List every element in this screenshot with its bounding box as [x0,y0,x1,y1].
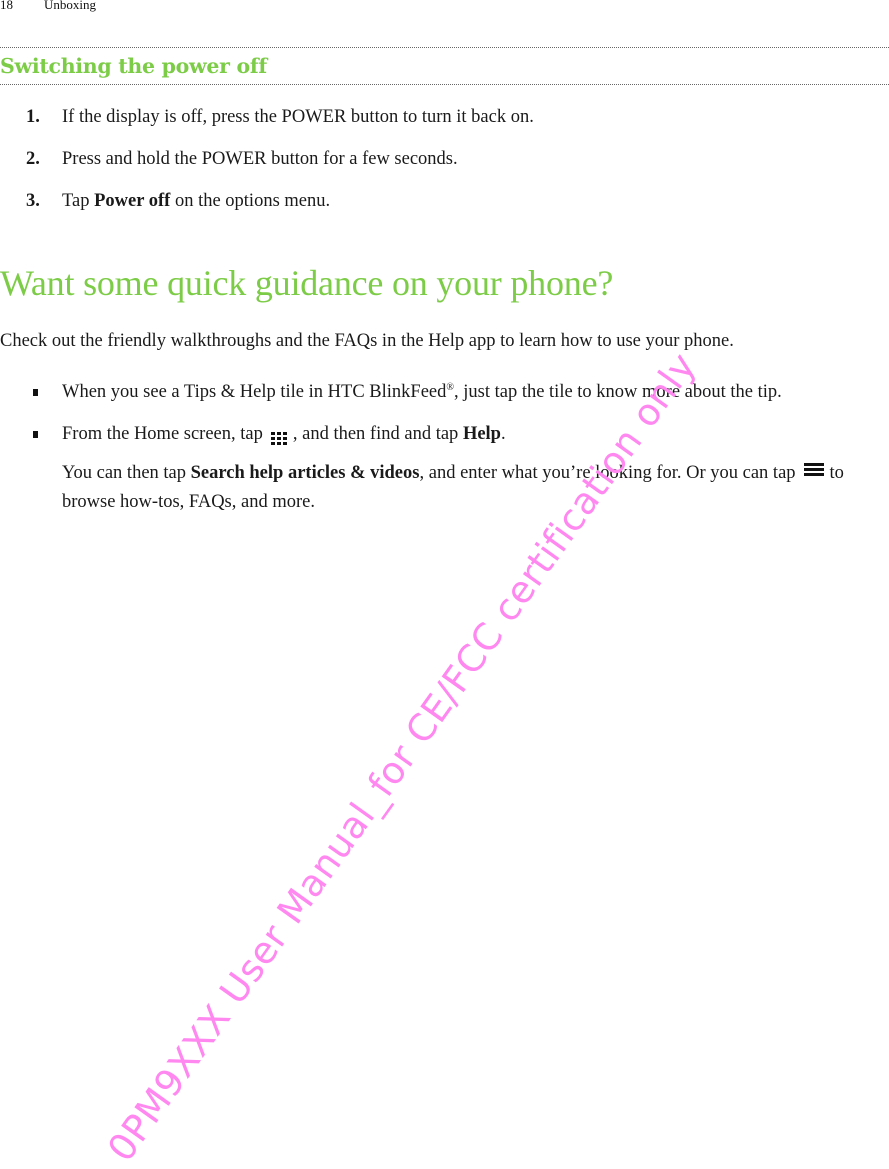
running-head: 18 Unboxing [0,0,96,13]
registered-mark: ® [446,382,454,393]
section-heading: Switching the power off [0,54,267,78]
bullet-sub-paragraph: You can then tap Search help articles & … [62,459,879,517]
step-text: Tap Power off on the options menu. [62,191,330,212]
bullet-text: . [500,424,506,444]
guidance-heading: Want some quick guidance on your phone? [0,263,614,303]
bullet-text: , just tap the tile to know more about t… [453,382,782,402]
guidance-intro: Check out the friendly walkthroughs and … [0,331,734,351]
step-text-after: on the options menu. [170,191,331,211]
apps-grid-icon [270,432,287,446]
sub-para-text: You can then tap [62,463,191,483]
step-number: 1. [26,107,40,127]
chapter-name: Unboxing [44,0,96,12]
heading-rule-bottom [0,84,889,85]
bullet-item: When you see a Tips & Help tile in HTC B… [0,378,889,407]
help-label: Help [462,424,501,444]
bullet-square-icon [33,431,38,438]
heading-rule-top [0,47,889,48]
search-help-label: Search help articles & videos [190,463,420,483]
page-number: 18 [0,0,13,12]
step-text-before: Tap [62,191,95,211]
bullet-text: From the Home screen, tap [62,424,263,444]
menu-icon [803,463,824,477]
bullet-text: When you see a Tips & Help tile in HTC B… [62,382,447,402]
bullet-item: From the Home screen, tap , and then find… [0,420,889,517]
bullet-text: , and then find and tap [292,424,463,444]
guidance-bullets: When you see a Tips & Help tile in HTC B… [0,378,889,530]
step-text: Press and hold the POWER button for a fe… [62,149,458,169]
step-number: 3. [26,191,40,211]
step-text: If the display is off, press the POWER b… [62,107,534,127]
bullet-square-icon [33,389,38,396]
step-number: 2. [26,149,40,169]
power-off-label: Power off [94,191,171,211]
